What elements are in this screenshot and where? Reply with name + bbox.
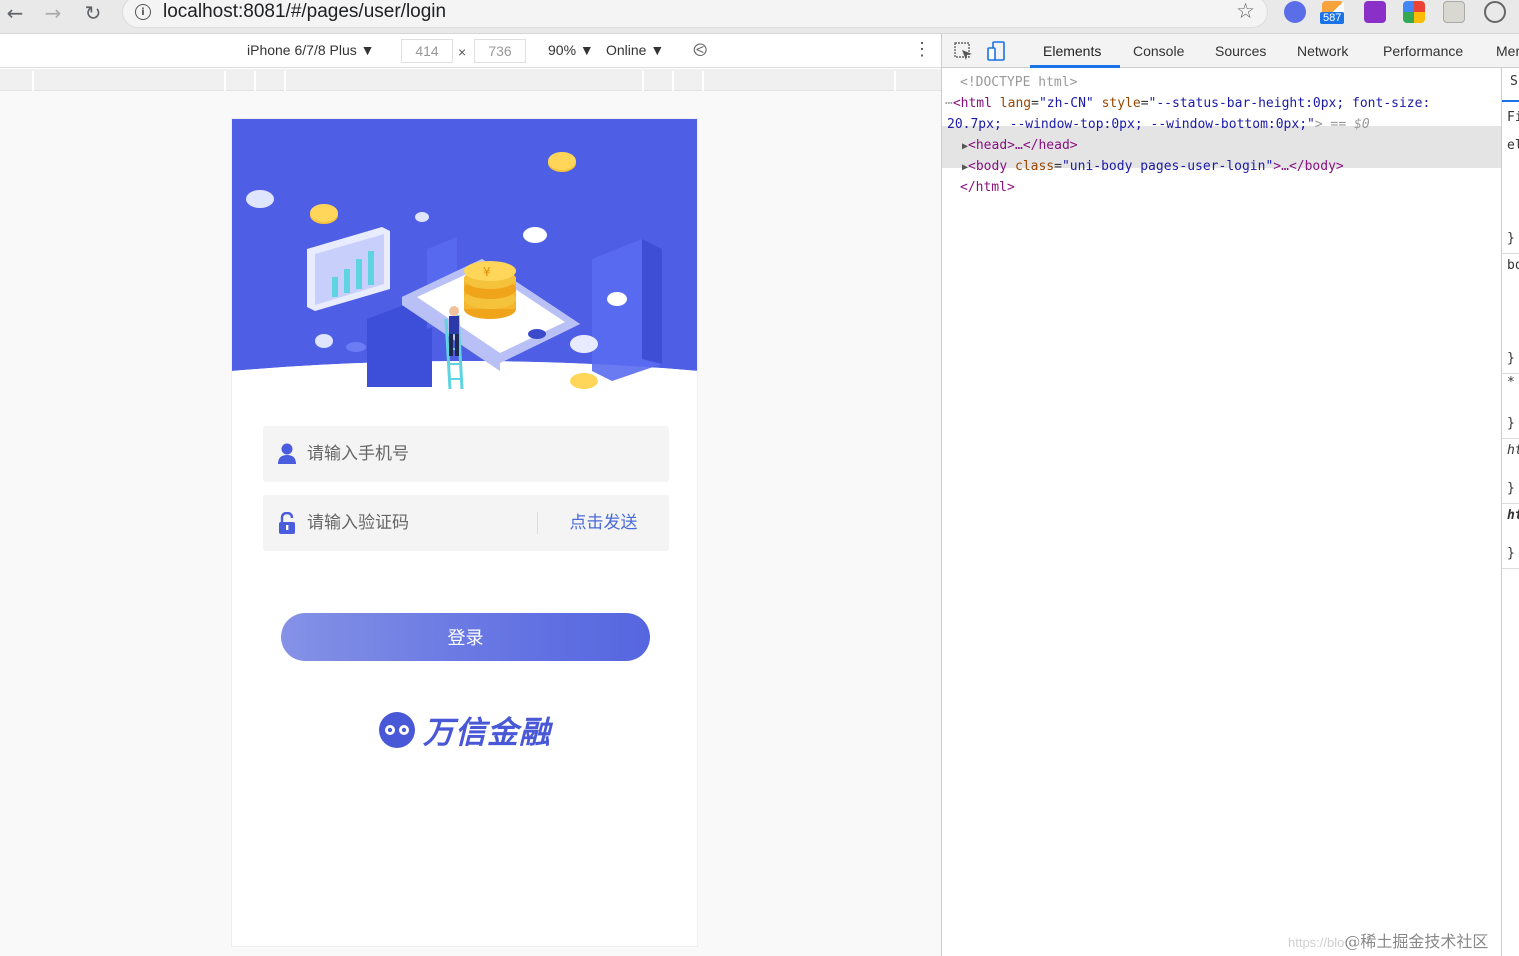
tab-console[interactable]: Console (1133, 43, 1184, 59)
browser-toolbar: ← → ↻ i localhost:8081/#/pages/user/logi… (0, 0, 1519, 34)
device-width-input[interactable]: 414 (401, 39, 453, 63)
back-arrow-icon[interactable]: ← (0, 0, 30, 26)
extension-badge: 587 (1320, 12, 1345, 24)
login-button[interactable]: 登录 (281, 613, 650, 661)
watermark-text: @稀土掘金技术社区 (1344, 932, 1489, 951)
html-close-node[interactable]: </html> (960, 177, 1015, 198)
ruler-segment[interactable] (254, 71, 256, 91)
html-node[interactable]: ⋯<html lang="zh-CN" style="--status-bar-… (945, 93, 1430, 114)
rotate-icon[interactable]: ⧀ (693, 40, 707, 61)
ruler-segment[interactable] (224, 71, 226, 91)
device-toggle-icon[interactable] (987, 41, 1007, 61)
login-page: ¥ 点击发送 登录 (231, 118, 698, 947)
ruler-segment[interactable] (894, 71, 896, 91)
styles-fragment: } (1507, 546, 1515, 561)
brand-logo: 万信金融 (377, 707, 551, 752)
devtools-panel: Elements Console Sources Network Perform… (941, 34, 1519, 956)
styles-fragment: } (1507, 231, 1515, 246)
ruler-segment[interactable] (284, 71, 286, 91)
styles-fragment[interactable]: S (1510, 74, 1518, 89)
forward-arrow-icon[interactable]: → (38, 0, 68, 26)
tab-sources[interactable]: Sources (1215, 43, 1266, 59)
network-throttle-select[interactable]: Online ▼ (606, 42, 664, 58)
html-open-tag: <html (952, 96, 992, 111)
styles-fragment: } (1507, 351, 1515, 366)
dimension-separator: × (458, 44, 467, 60)
styles-fragment: * (1507, 375, 1515, 390)
address-bar[interactable]: i localhost:8081/#/pages/user/login ☆ (122, 0, 1268, 28)
styles-fragment: bo (1507, 258, 1519, 273)
verification-code-field: 点击发送 (263, 495, 669, 551)
colorful-extension-icon[interactable] (1403, 1, 1425, 23)
styles-divider (1502, 568, 1519, 569)
style-value-part-2: 20.7px; --window-top:0px; --window-botto… (947, 117, 1315, 132)
head-node[interactable]: ▶<head>…</head> (962, 135, 1078, 157)
body-open-tag: <body (968, 159, 1008, 174)
class-value: "uni-body pages-user-login" (1061, 159, 1274, 174)
device-toolbar: iPhone 6/7/8 Plus ▼ 414 × 736 90% ▼ Onli… (0, 34, 941, 68)
bookmark-star-icon[interactable]: ☆ (1236, 0, 1255, 23)
phone-number-field (263, 426, 669, 482)
styles-pane: S Fi el } bo } * } ht } ht } (1501, 68, 1519, 956)
tab-network[interactable]: Network (1297, 43, 1348, 59)
lock-icon (279, 512, 295, 534)
styles-divider (1502, 253, 1519, 254)
device-select[interactable]: iPhone 6/7/8 Plus ▼ (247, 42, 375, 58)
watermark: https://blo@稀土掘金技术社区 (1288, 928, 1488, 952)
lang-value: "zh-CN" (1038, 96, 1094, 111)
image-extension-icon[interactable] (1443, 1, 1465, 23)
more-options-icon[interactable]: ⋮ (913, 39, 931, 60)
user-icon (278, 443, 296, 464)
zoom-select[interactable]: 90% ▼ (548, 42, 594, 58)
svg-text:¥: ¥ (483, 265, 491, 279)
filter-fragment[interactable]: Fi (1507, 110, 1519, 125)
styles-fragment: } (1507, 481, 1515, 496)
style-attr: style (1101, 96, 1141, 111)
styles-divider (1502, 438, 1519, 439)
active-tab-indicator (1030, 65, 1120, 68)
brand-logo-icon (379, 711, 415, 748)
eye-extension-icon[interactable] (1484, 1, 1506, 23)
doctype-node[interactable]: <!DOCTYPE html> (960, 72, 1077, 93)
info-icon[interactable]: i (135, 4, 151, 20)
body-node[interactable]: ▶<body class="uni-body pages-user-login"… (962, 156, 1344, 178)
ruler-segment[interactable] (642, 71, 644, 91)
verification-code-input[interactable] (307, 513, 527, 533)
extension-check-icon[interactable] (1284, 1, 1306, 23)
hero-illustration: ¥ (232, 119, 697, 389)
phone-number-input[interactable] (307, 444, 527, 464)
ruler-segment[interactable] (702, 71, 704, 91)
styles-divider (1502, 373, 1519, 374)
send-code-button[interactable]: 点击发送 (537, 512, 669, 534)
inspect-element-icon[interactable] (954, 42, 974, 62)
ruler-segment[interactable] (32, 71, 34, 91)
body-close-tag: >…</body> (1273, 159, 1344, 174)
rp-extension-icon[interactable] (1364, 1, 1386, 23)
styles-fragment: ht (1507, 443, 1519, 458)
style-value-part-1: "--status-bar-height:0px; font-size: (1148, 96, 1431, 111)
styles-fragment: ht (1507, 508, 1519, 523)
brand-name: 万信金融 (423, 715, 551, 751)
tab-elements[interactable]: Elements (1043, 43, 1101, 59)
styles-fragment: el (1507, 138, 1519, 153)
url-text: localhost:8081/#/pages/user/login (163, 1, 447, 22)
html-node-continued[interactable]: 20.7px; --window-top:0px; --window-botto… (947, 114, 1370, 135)
media-query-ruler (0, 69, 941, 91)
styles-divider (1502, 503, 1519, 504)
styles-divider (1502, 100, 1519, 102)
watermark-faint-url: https://blo (1288, 935, 1345, 950)
devtools-tab-bar: Elements Console Sources Network Perform… (942, 34, 1519, 68)
tab-performance[interactable]: Performance (1383, 43, 1463, 59)
class-attr: class (1015, 159, 1055, 174)
device-height-input[interactable]: 736 (474, 39, 526, 63)
selected-marker: > == $0 (1314, 117, 1370, 132)
styles-fragment: } (1507, 416, 1515, 431)
tab-memory[interactable]: Mer (1496, 43, 1519, 59)
reload-icon[interactable]: ↻ (78, 0, 108, 26)
ruler-segment[interactable] (672, 71, 674, 91)
lang-attr: lang (999, 96, 1032, 111)
head-tag: <head>…</head> (968, 138, 1078, 153)
